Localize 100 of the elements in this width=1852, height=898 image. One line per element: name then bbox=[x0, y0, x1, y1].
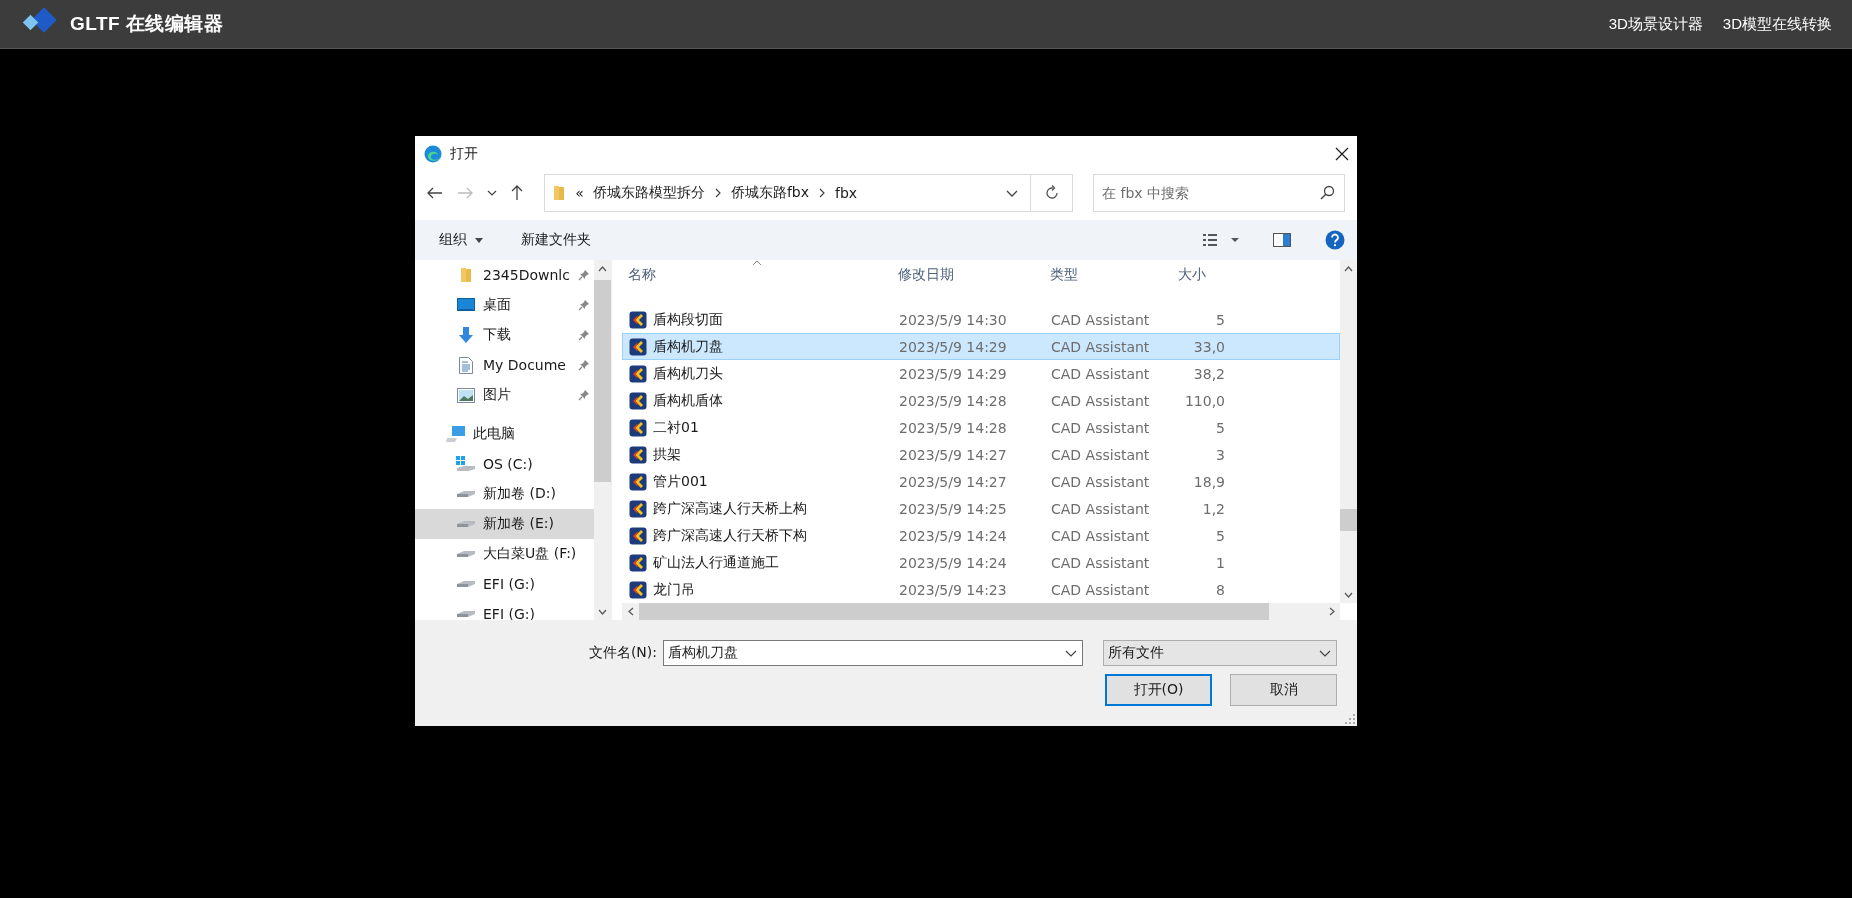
file-size: 3 bbox=[1216, 446, 1225, 463]
nav-item[interactable]: 桌面 bbox=[415, 290, 594, 320]
nav-item[interactable]: 2345Downlc bbox=[415, 260, 594, 290]
computer-icon bbox=[446, 425, 466, 443]
nav-item[interactable]: My Docume bbox=[415, 350, 594, 380]
view-list-icon[interactable] bbox=[1203, 233, 1239, 247]
file-name: 管片001 bbox=[653, 472, 708, 491]
file-name: 龙门吊 bbox=[653, 580, 695, 599]
file-date: 2023/5/9 14:30 bbox=[899, 311, 1007, 328]
breadcrumb-item[interactable]: fbx bbox=[835, 185, 858, 201]
scrollbar[interactable] bbox=[1340, 260, 1357, 603]
chevron-icon[interactable] bbox=[713, 188, 722, 198]
file-row[interactable]: 拱架 2023/5/9 14:27 CAD Assistant 3 bbox=[622, 441, 1340, 468]
nav-item[interactable]: OS (C:) bbox=[415, 449, 594, 479]
file-row[interactable]: 跨广深高速人行天桥上构 2023/5/9 14:25 CAD Assistant 1,2 bbox=[622, 495, 1340, 522]
new-folder-button[interactable]: 新建文件夹 bbox=[519, 227, 593, 253]
file-type-icon bbox=[629, 553, 647, 572]
refresh-icon[interactable] bbox=[1043, 185, 1060, 201]
column-header[interactable]: 类型 bbox=[1044, 260, 1172, 290]
file-size: 5 bbox=[1216, 311, 1225, 328]
file-type: CAD Assistant bbox=[1051, 419, 1150, 436]
nav-link[interactable]: 3D模型在线转换 bbox=[1722, 14, 1832, 34]
file-type-icon bbox=[629, 310, 647, 329]
scroll-down-icon[interactable] bbox=[1344, 591, 1353, 598]
chevron-icon[interactable] bbox=[818, 188, 826, 198]
file-date: 2023/5/9 14:27 bbox=[899, 446, 1007, 463]
file-row[interactable]: 盾构机刀头 2023/5/9 14:29 CAD Assistant 38,2 bbox=[622, 360, 1340, 387]
drive-icon bbox=[456, 490, 476, 498]
file-size: 33,0 bbox=[1193, 338, 1225, 355]
file-type-icon bbox=[629, 337, 647, 356]
pin-icon[interactable] bbox=[578, 299, 590, 311]
nav-item[interactable]: 下载 bbox=[415, 320, 594, 350]
nav-label: 下载 bbox=[483, 326, 512, 344]
file-type-dropdown[interactable]: 所有文件 bbox=[1103, 640, 1337, 666]
file-date: 2023/5/9 14:28 bbox=[899, 419, 1007, 436]
download-icon bbox=[458, 327, 474, 343]
preview-pane-icon[interactable] bbox=[1273, 233, 1291, 247]
organize-menu[interactable]: 组织 bbox=[437, 227, 485, 253]
file-row[interactable]: 盾构机刀盘 2023/5/9 14:29 CAD Assistant 33,0 bbox=[622, 333, 1340, 360]
file-row[interactable]: 盾构机盾体 2023/5/9 14:28 CAD Assistant 110,0 bbox=[622, 387, 1340, 414]
file-row[interactable]: 二衬01 2023/5/9 14:28 CAD Assistant 5 bbox=[622, 414, 1340, 441]
nav-item[interactable]: 新加卷 (D:) bbox=[415, 479, 594, 509]
file-row[interactable]: 盾构段切面 2023/5/9 14:30 CAD Assistant 5 bbox=[622, 306, 1340, 333]
help-icon[interactable] bbox=[1325, 230, 1345, 250]
column-header[interactable]: 大小 bbox=[1172, 260, 1224, 290]
file-name: 跨广深高速人行天桥下构 bbox=[653, 526, 807, 545]
file-name: 盾构机盾体 bbox=[653, 391, 723, 410]
folder-icon bbox=[458, 267, 474, 283]
back-arrow-icon[interactable] bbox=[427, 187, 443, 199]
search-field[interactable]: 在 fbx 中搜索 bbox=[1093, 174, 1345, 212]
scrollbar[interactable] bbox=[594, 260, 611, 620]
breadcrumb-item[interactable]: 侨城东路模型拆分 bbox=[592, 184, 705, 202]
file-date: 2023/5/9 14:28 bbox=[899, 392, 1007, 409]
nav-item[interactable]: 新加卷 (E:) bbox=[415, 509, 594, 539]
dropdown-caret-icon[interactable] bbox=[1006, 189, 1019, 197]
scroll-right-icon[interactable] bbox=[1328, 607, 1335, 616]
up-arrow-icon[interactable] bbox=[511, 185, 523, 201]
nav-label: OS (C:) bbox=[483, 456, 534, 472]
nav-item[interactable]: 大白菜U盘 (F:) bbox=[415, 539, 594, 569]
file-type-icon bbox=[629, 499, 647, 518]
file-date: 2023/5/9 14:27 bbox=[899, 473, 1007, 490]
dropdown-caret-icon[interactable] bbox=[487, 190, 497, 196]
file-date: 2023/5/9 14:24 bbox=[899, 554, 1007, 571]
resize-grip-icon[interactable] bbox=[1345, 714, 1355, 724]
nav-link[interactable]: 3D场景设计器 bbox=[1608, 14, 1703, 34]
close-icon[interactable] bbox=[1335, 147, 1349, 161]
nav-label: 2345Downlc bbox=[483, 267, 571, 283]
breadcrumb-item[interactable]: 侨城东路fbx bbox=[730, 184, 809, 202]
filename-label: 文件名(N): bbox=[588, 644, 657, 662]
nav-label: 图片 bbox=[483, 386, 512, 404]
pin-icon[interactable] bbox=[578, 389, 590, 401]
nav-item[interactable]: 此电脑 bbox=[415, 419, 594, 449]
overflow-chevron[interactable]: « bbox=[575, 185, 584, 201]
open-button[interactable]: 打开(O) bbox=[1105, 674, 1212, 706]
nav-item[interactable]: EFI (G:) bbox=[415, 569, 594, 599]
nav-item[interactable]: 图片 bbox=[415, 380, 594, 410]
file-row[interactable]: 管片001 2023/5/9 14:27 CAD Assistant 18,9 bbox=[622, 468, 1340, 495]
file-name: 盾构机刀头 bbox=[653, 364, 723, 383]
file-type-icon bbox=[629, 391, 647, 410]
file-row[interactable]: 跨广深高速人行天桥下构 2023/5/9 14:24 CAD Assistant 5 bbox=[622, 522, 1340, 549]
scroll-down-icon[interactable] bbox=[598, 608, 607, 615]
column-header[interactable]: 名称 bbox=[622, 260, 892, 290]
cancel-button[interactable]: 取消 bbox=[1230, 674, 1337, 706]
scrollbar-thumb[interactable] bbox=[594, 280, 611, 482]
file-name: 拱架 bbox=[653, 445, 681, 464]
nav-label: 桌面 bbox=[483, 296, 512, 314]
file-type-icon bbox=[629, 364, 647, 383]
filename-field[interactable]: 盾构机刀盘 bbox=[663, 640, 1083, 666]
scrollbar-thumb[interactable] bbox=[1340, 509, 1357, 531]
file-row[interactable]: 矿山法人行通道施工 2023/5/9 14:24 CAD Assistant 1 bbox=[622, 549, 1340, 576]
scroll-left-icon[interactable] bbox=[627, 607, 634, 616]
file-name: 盾构机刀盘 bbox=[653, 337, 723, 356]
scroll-up-icon[interactable] bbox=[1344, 265, 1353, 272]
file-row[interactable]: 龙门吊 2023/5/9 14:23 CAD Assistant 8 bbox=[622, 576, 1340, 603]
pin-icon[interactable] bbox=[578, 329, 590, 341]
nav-item[interactable]: EFI (G:) bbox=[415, 599, 594, 620]
scroll-up-icon[interactable] bbox=[598, 265, 607, 272]
pin-icon[interactable] bbox=[578, 359, 590, 371]
pin-icon[interactable] bbox=[578, 269, 590, 281]
column-header[interactable]: 修改日期 bbox=[892, 260, 1044, 290]
